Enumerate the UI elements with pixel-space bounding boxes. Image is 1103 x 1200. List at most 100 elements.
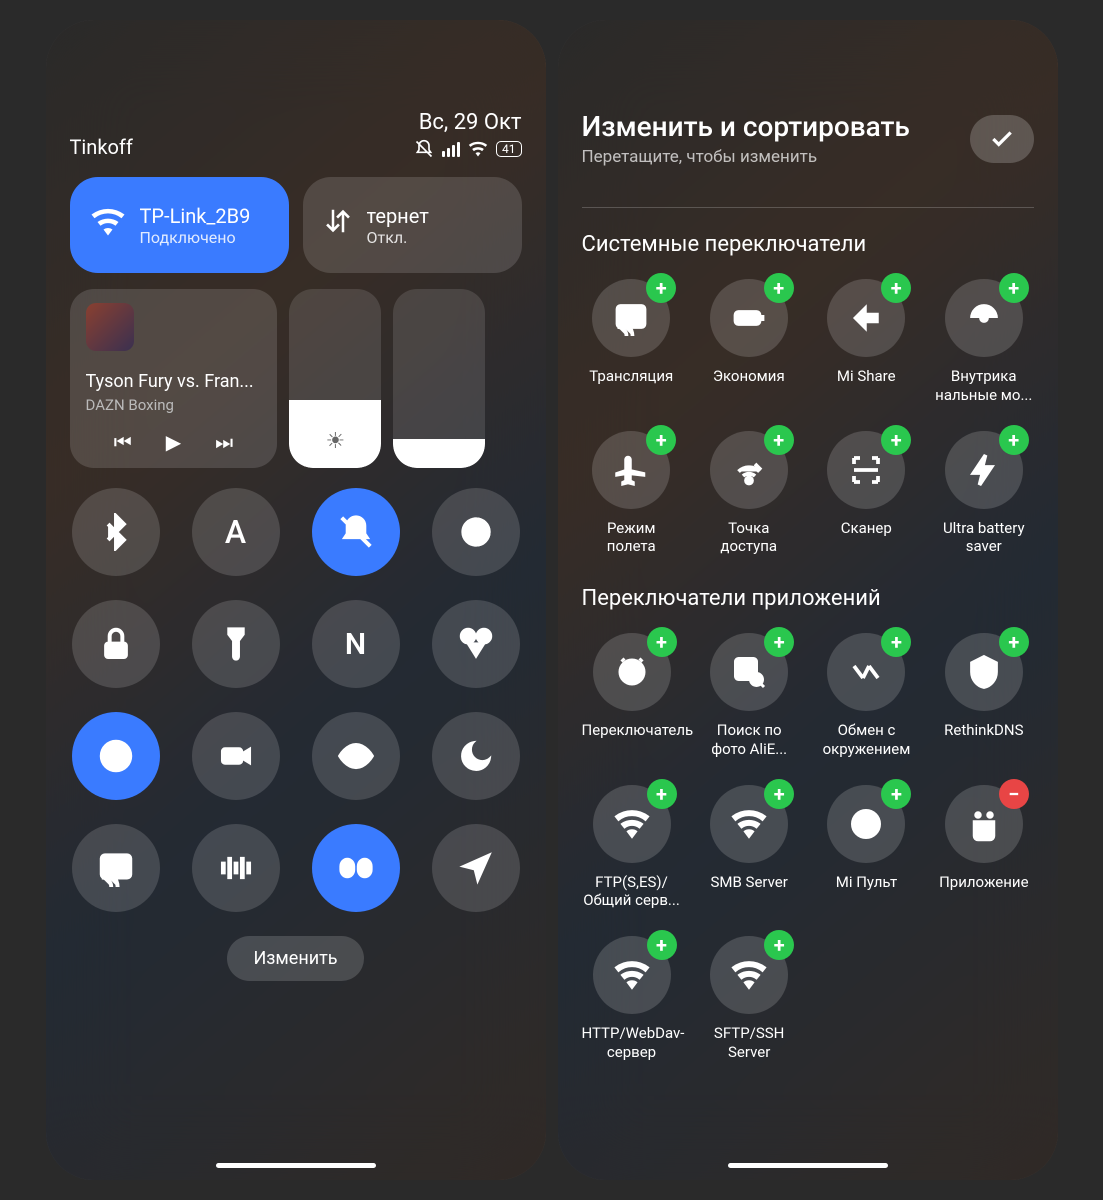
toggle-dnd-moon[interactable]: [432, 712, 520, 800]
edit-item-label: Mi Пульт: [836, 873, 897, 892]
edit-screen-subtitle: Перетащите, чтобы изменить: [582, 147, 910, 167]
edit-item-battery-saver[interactable]: +Экономия: [699, 279, 799, 405]
edit-item-ultra-battery[interactable]: +Ultra battery saver: [934, 431, 1034, 557]
toggle-vibrate[interactable]: [192, 824, 280, 912]
toggle-eye-comfort[interactable]: [312, 712, 400, 800]
edit-item-label: Обмен с окружением: [817, 721, 916, 759]
toggle-screen-record[interactable]: [192, 712, 280, 800]
system-toggles-heading: Системные переключатели: [582, 232, 1034, 257]
edit-item-label: Сканер: [841, 519, 892, 538]
add-badge[interactable]: +: [647, 627, 677, 657]
edit-item-label: Режим полета: [582, 519, 682, 557]
home-indicator[interactable]: [728, 1163, 888, 1168]
edit-item-label: Поиск по фото AliE...: [700, 721, 799, 759]
sftp-ssh-icon: +: [710, 936, 788, 1014]
edit-item-label: SFTP/SSH Server: [700, 1024, 799, 1062]
add-badge[interactable]: +: [764, 779, 794, 809]
edit-item-label: Внутрика нальные мо...: [934, 367, 1034, 405]
edit-item-cast[interactable]: +Трансляция: [582, 279, 682, 405]
edit-item-label: Mi Share: [837, 367, 896, 386]
add-badge[interactable]: +: [646, 425, 676, 455]
battery-saver-icon: +: [710, 279, 788, 357]
ftp-icon: +: [593, 785, 671, 863]
media-title: Tyson Fury vs. Fran...: [86, 371, 262, 392]
remove-badge[interactable]: −: [999, 779, 1029, 809]
toggle-flashlight[interactable]: [192, 600, 280, 688]
edit-item-mi-share[interactable]: + Mi Share: [817, 279, 917, 405]
add-badge[interactable]: +: [881, 779, 911, 809]
edit-item-switcher[interactable]: +Переключатель: [582, 633, 682, 759]
add-badge[interactable]: +: [999, 425, 1029, 455]
edit-item-scanner[interactable]: + Сканер: [817, 431, 917, 557]
edit-item-label: Точка доступа: [699, 519, 799, 557]
play-button[interactable]: ▶: [166, 430, 181, 454]
add-badge[interactable]: +: [764, 627, 794, 657]
edit-item-sftp-ssh[interactable]: + SFTP/SSH Server: [700, 936, 799, 1062]
status-bar: Tinkoff Вс, 29 Окт 41: [70, 110, 522, 159]
next-track-button[interactable]: ⏭: [215, 430, 233, 454]
edit-item-ali-photo[interactable]: +Поиск по фото AliE...: [700, 633, 799, 759]
signal-icon: [442, 142, 460, 157]
mi-share-icon: +: [827, 279, 905, 357]
home-indicator[interactable]: [216, 1163, 376, 1168]
toggle-lock[interactable]: [72, 600, 160, 688]
app-icon: −: [945, 785, 1023, 863]
control-center-screenshot: Tinkoff Вс, 29 Окт 41 TP-Link_2B9 Подклю…: [46, 20, 546, 1180]
mobile-data-tile[interactable]: тернет Откл.: [303, 177, 522, 273]
wifi-tile[interactable]: TP-Link_2B9 Подключено: [70, 177, 289, 273]
edit-item-in-ear[interactable]: +Внутрика нальные мо...: [934, 279, 1034, 405]
edit-item-nearby-share[interactable]: + Обмен с окружением: [817, 633, 916, 759]
confirm-button[interactable]: [970, 115, 1034, 163]
airplane-icon: +: [592, 431, 670, 509]
toggle-rotation-lock[interactable]: [72, 712, 160, 800]
edit-button[interactable]: Изменить: [227, 936, 363, 981]
edit-item-app[interactable]: −Приложение: [934, 785, 1033, 911]
toggle-cast[interactable]: [72, 824, 160, 912]
add-badge[interactable]: +: [647, 779, 677, 809]
media-thumbnail: [86, 303, 134, 351]
nearby-share-icon: +: [827, 633, 905, 711]
status-icons: 41: [414, 139, 522, 159]
toggle-screenshot[interactable]: [432, 600, 520, 688]
http-webdav-icon: +: [593, 936, 671, 1014]
add-badge[interactable]: +: [646, 273, 676, 303]
battery-indicator: 41: [496, 141, 522, 157]
brightness-slider[interactable]: ☀: [289, 289, 381, 468]
edit-item-http-webdav[interactable]: + HTTP/WebDav-сервер: [582, 936, 682, 1062]
wifi-ssid: TP-Link_2B9: [140, 204, 251, 228]
toggle-auto-brightness[interactable]: A: [192, 488, 280, 576]
wifi-icon: [90, 206, 126, 244]
wifi-status: Подключено: [140, 228, 251, 247]
media-source: DAZN Boxing: [86, 396, 262, 414]
scanner-icon: +: [827, 431, 905, 509]
toggle-location[interactable]: [432, 824, 520, 912]
toggle-nfc[interactable]: N: [312, 600, 400, 688]
edit-item-mi-remote[interactable]: +Mi Пульт: [817, 785, 916, 911]
volume-slider[interactable]: [393, 289, 485, 468]
add-badge[interactable]: +: [764, 273, 794, 303]
prev-track-button[interactable]: ⏮: [114, 430, 132, 454]
divider: [582, 207, 1034, 208]
toggle-mute[interactable]: [312, 488, 400, 576]
wifi-status-icon: [468, 141, 488, 157]
add-badge[interactable]: +: [999, 627, 1029, 657]
edit-item-rethink-dns[interactable]: +RethinkDNS: [934, 633, 1033, 759]
toggle-bluetooth[interactable]: [72, 488, 160, 576]
add-badge[interactable]: +: [881, 273, 911, 303]
add-badge[interactable]: +: [881, 627, 911, 657]
add-badge[interactable]: +: [764, 425, 794, 455]
edit-toggles-screenshot: Изменить и сортировать Перетащите, чтобы…: [558, 20, 1058, 1180]
add-badge[interactable]: +: [764, 930, 794, 960]
add-badge[interactable]: +: [999, 273, 1029, 303]
toggle-dark-mode[interactable]: [432, 488, 520, 576]
edit-item-ftp[interactable]: +FTP(S,ES)/ Общий серв...: [582, 785, 682, 911]
add-badge[interactable]: +: [881, 425, 911, 455]
edit-item-label: HTTP/WebDav-сервер: [582, 1024, 682, 1062]
carrier-label: Tinkoff: [70, 135, 133, 159]
edit-item-hotspot[interactable]: +Точка доступа: [699, 431, 799, 557]
add-badge[interactable]: +: [647, 930, 677, 960]
toggle-dolby[interactable]: [312, 824, 400, 912]
edit-item-airplane[interactable]: + Режим полета: [582, 431, 682, 557]
edit-item-smb[interactable]: +SMB Server: [700, 785, 799, 911]
media-player-card[interactable]: Tyson Fury vs. Fran... DAZN Boxing ⏮ ▶ ⏭: [70, 289, 278, 468]
